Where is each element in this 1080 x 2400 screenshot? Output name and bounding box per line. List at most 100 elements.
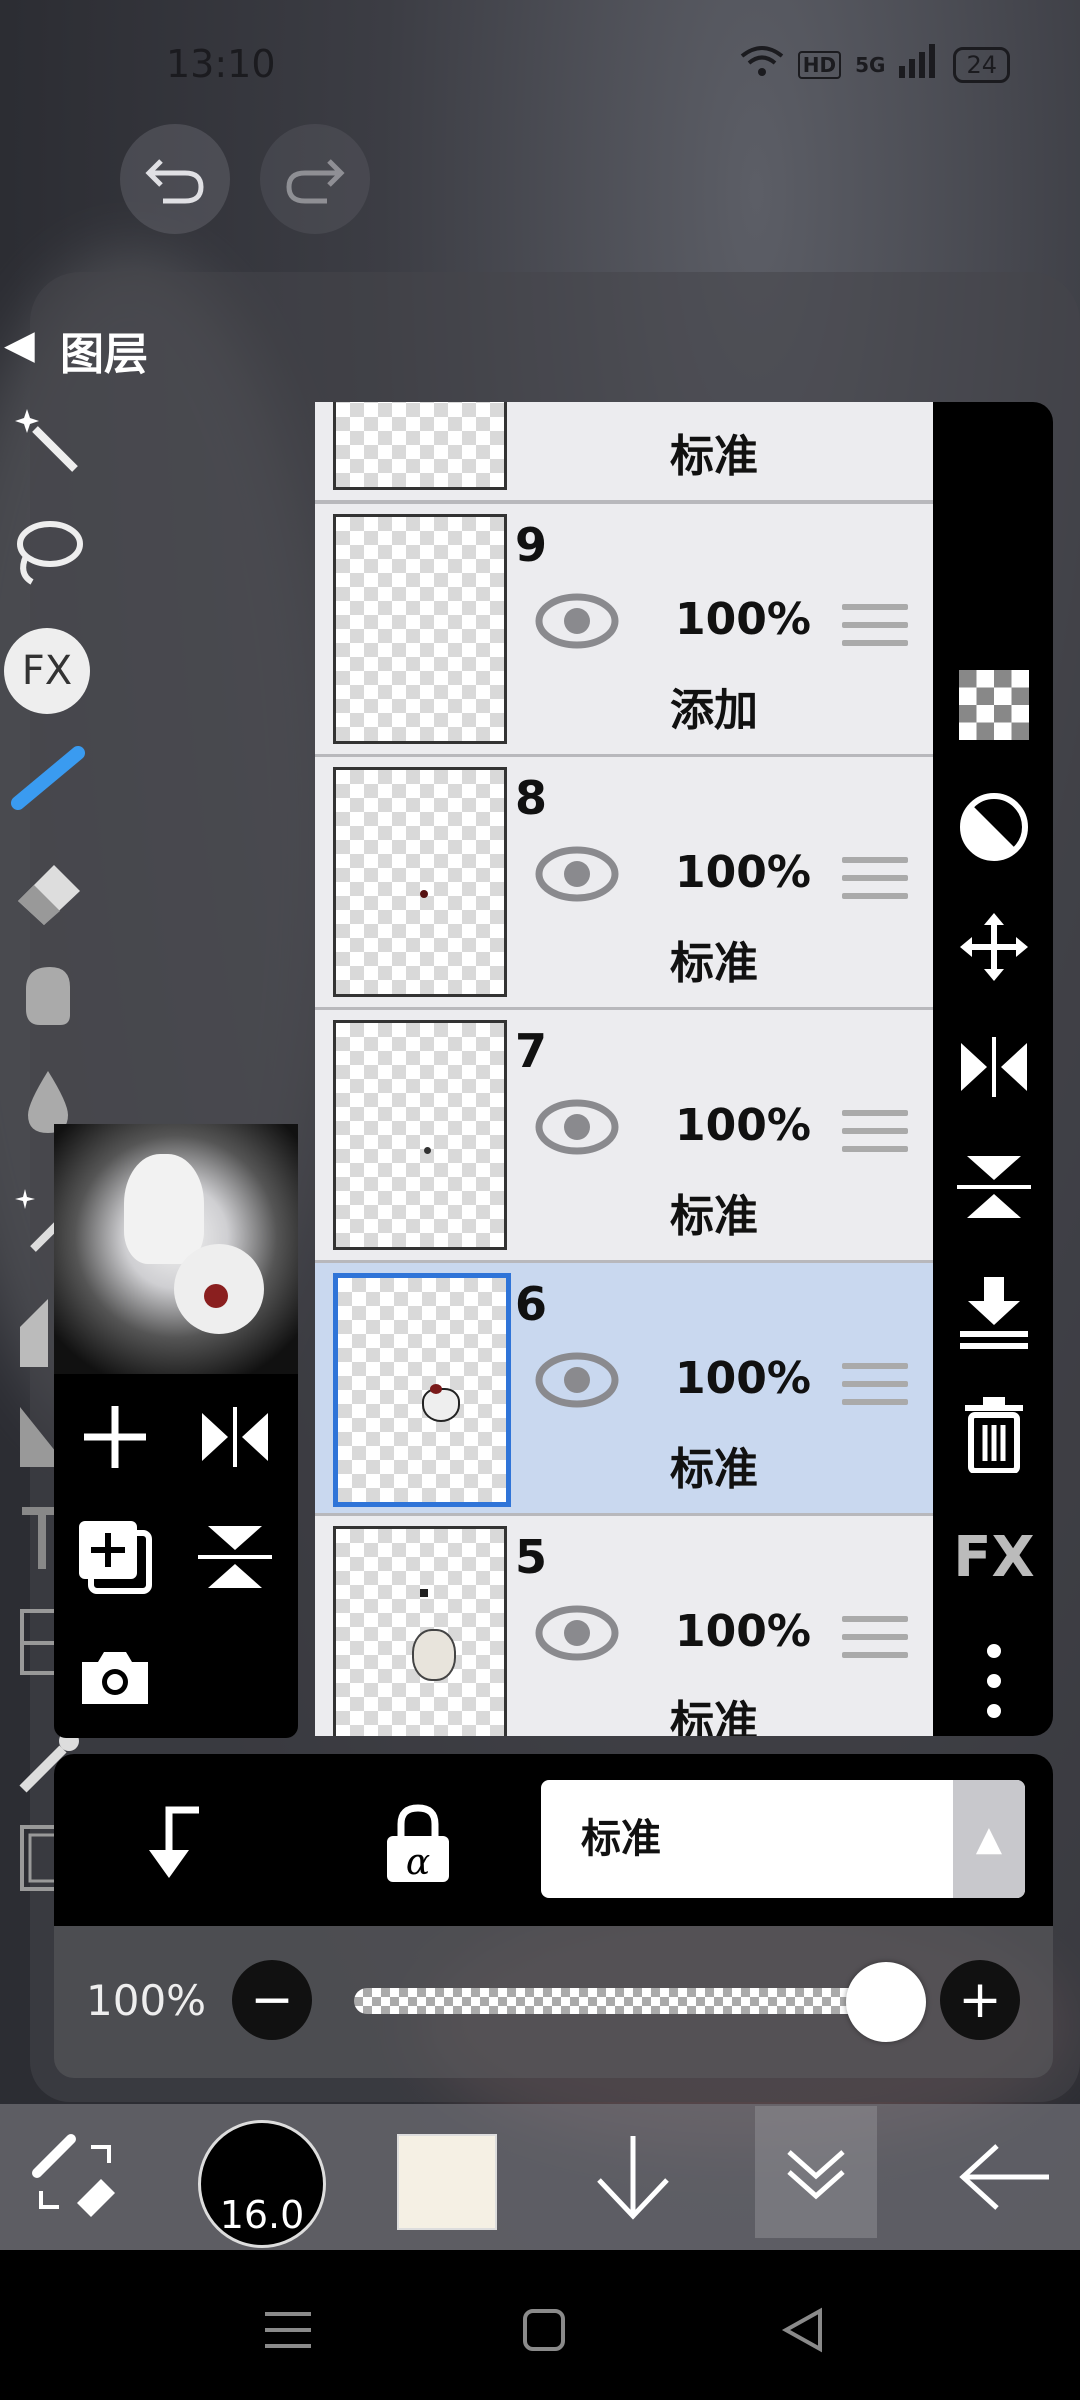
drag-handle-icon[interactable] bbox=[842, 402, 908, 404]
visibility-eye-icon[interactable] bbox=[535, 845, 619, 903]
transparency-icon[interactable] bbox=[949, 660, 1039, 750]
fx-tool-button[interactable]: FX bbox=[4, 628, 90, 714]
opacity-label: 100% bbox=[86, 1976, 207, 2025]
bottom-toolbar bbox=[0, 2104, 1080, 2250]
nav-back-icon[interactable] bbox=[762, 2290, 842, 2370]
more-icon[interactable] bbox=[949, 1636, 1039, 1726]
home-icon[interactable] bbox=[504, 2290, 584, 2370]
layer-thumbnail bbox=[333, 1273, 511, 1507]
preview-figure bbox=[124, 1154, 204, 1264]
arrow-down-icon bbox=[597, 2136, 669, 2220]
fx-label: FX bbox=[953, 1524, 1035, 1590]
flip-vertical-icon[interactable] bbox=[949, 1142, 1039, 1232]
visibility-eye-icon[interactable] bbox=[535, 1098, 619, 1156]
status-icons: HD 5G 24 bbox=[740, 44, 1010, 85]
minus-icon: − bbox=[250, 1970, 294, 2030]
redo-button[interactable] bbox=[260, 124, 370, 234]
layer-thumbnail bbox=[333, 402, 507, 490]
drag-handle-icon[interactable] bbox=[842, 604, 908, 658]
flip-horizontal-icon[interactable] bbox=[949, 1022, 1039, 1112]
trash-icon[interactable] bbox=[949, 1390, 1039, 1480]
move-icon[interactable] bbox=[949, 902, 1039, 992]
drag-handle-icon[interactable] bbox=[842, 1363, 908, 1417]
invert-icon[interactable] bbox=[949, 782, 1039, 872]
layer-blend-mode: 标准 bbox=[670, 431, 758, 482]
layer-opacity: 100% bbox=[675, 847, 811, 898]
brush-size-value: 16.0 bbox=[219, 2193, 305, 2237]
chevron-up-icon: ▲ bbox=[953, 1780, 1025, 1898]
layer-row[interactable]: 7 100% 标准 bbox=[315, 1010, 933, 1264]
add-layer-button[interactable] bbox=[70, 1392, 160, 1482]
undo-button[interactable] bbox=[120, 124, 230, 234]
duplicate-layer-button[interactable] bbox=[70, 1512, 160, 1602]
brush-eraser-swap-icon bbox=[32, 2134, 115, 2217]
drag-handle-icon[interactable] bbox=[842, 1110, 908, 1164]
signal-label: 5G bbox=[855, 52, 886, 77]
brush-eraser-toggle[interactable] bbox=[20, 2122, 130, 2232]
clipping-button[interactable] bbox=[124, 1794, 224, 1894]
duplicate-icon bbox=[79, 1521, 152, 1594]
opacity-slider-thumb[interactable] bbox=[846, 1962, 926, 2042]
layer-blend-mode: 标准 bbox=[670, 1697, 758, 1736]
camera-button[interactable] bbox=[70, 1632, 160, 1722]
plus-icon: + bbox=[958, 1970, 1002, 2030]
wifi-icon bbox=[740, 44, 784, 85]
alpha-lock-button[interactable]: α bbox=[368, 1794, 468, 1894]
opacity-decrease-button[interactable]: − bbox=[232, 1960, 312, 2040]
camera-icon bbox=[82, 1652, 148, 1704]
eraser-icon[interactable] bbox=[6, 848, 90, 932]
visibility-eye-icon[interactable] bbox=[535, 1604, 619, 1662]
drag-handle-icon[interactable] bbox=[842, 1616, 908, 1670]
canvas-preview[interactable] bbox=[54, 1124, 298, 1374]
visibility-eye-icon[interactable] bbox=[535, 592, 619, 650]
preview-detail bbox=[204, 1284, 228, 1308]
layer-thumbnail bbox=[333, 1020, 507, 1250]
layer-row-selected[interactable]: 6 100% 标准 bbox=[315, 1263, 933, 1517]
clipping-icon bbox=[149, 1806, 199, 1878]
layer-row[interactable]: 5 100% 标准 bbox=[315, 1516, 933, 1736]
brush-icon[interactable] bbox=[6, 736, 90, 820]
layers-button[interactable] bbox=[755, 2106, 877, 2238]
layer-opacity: 100% bbox=[675, 1606, 811, 1657]
arrow-down-button[interactable] bbox=[578, 2122, 688, 2232]
drag-handle-icon[interactable] bbox=[842, 857, 908, 911]
back-button[interactable] bbox=[950, 2122, 1060, 2232]
visibility-eye-icon[interactable] bbox=[535, 1351, 619, 1409]
status-time: 13:10 bbox=[166, 42, 276, 86]
redo-icon bbox=[286, 159, 345, 204]
layer-row[interactable]: 9 100% 添加 bbox=[315, 504, 933, 758]
arrow-left-icon bbox=[959, 2144, 1049, 2210]
layer-number: 8 bbox=[515, 771, 548, 825]
blend-mode-select[interactable]: 标准 ▲ bbox=[541, 1780, 1025, 1898]
collapse-arrow-icon[interactable]: ◀ bbox=[4, 322, 35, 368]
brush-size-button[interactable]: 16.0 bbox=[198, 2120, 326, 2248]
layer-blend-mode: 标准 bbox=[670, 1191, 758, 1242]
layer-blend-mode: 标准 bbox=[670, 1444, 758, 1495]
flip-vertical-button[interactable] bbox=[190, 1512, 280, 1602]
battery-indicator: 24 bbox=[953, 46, 1010, 83]
flip-horizontal-button[interactable] bbox=[190, 1392, 280, 1482]
layer-thumbnail bbox=[333, 514, 507, 744]
magic-wand-icon[interactable] bbox=[6, 400, 90, 484]
opacity-increase-button[interactable]: + bbox=[940, 1960, 1020, 2040]
fx-tool-label: FX bbox=[21, 648, 73, 694]
hd-badge: HD bbox=[797, 50, 842, 79]
panel-title: 图层 bbox=[60, 329, 148, 380]
svg-text:α: α bbox=[406, 1842, 430, 1883]
menu-icon[interactable] bbox=[248, 2290, 328, 2370]
opacity-slider[interactable] bbox=[354, 1988, 894, 2014]
smudge-icon[interactable] bbox=[6, 952, 90, 1036]
undo-icon bbox=[145, 159, 204, 204]
plus-icon bbox=[84, 1406, 146, 1468]
color-swatch[interactable] bbox=[397, 2134, 497, 2230]
layer-number: 6 bbox=[515, 1277, 548, 1331]
lasso-icon[interactable] bbox=[6, 510, 90, 594]
layer-blend-mode: 标准 bbox=[670, 938, 758, 989]
layer-opacity: 100% bbox=[675, 1100, 811, 1151]
merge-down-icon[interactable] bbox=[949, 1268, 1039, 1358]
layer-row[interactable]: 标准 bbox=[315, 402, 933, 504]
flip-horizontal-icon bbox=[202, 1407, 268, 1467]
layer-list[interactable]: 标准 9 100% 添加 8 100% 标准 7 100% 标准 6 100% … bbox=[315, 402, 933, 1736]
layer-fx-button[interactable]: FX bbox=[949, 1512, 1039, 1602]
layer-row[interactable]: 8 100% 标准 bbox=[315, 757, 933, 1011]
